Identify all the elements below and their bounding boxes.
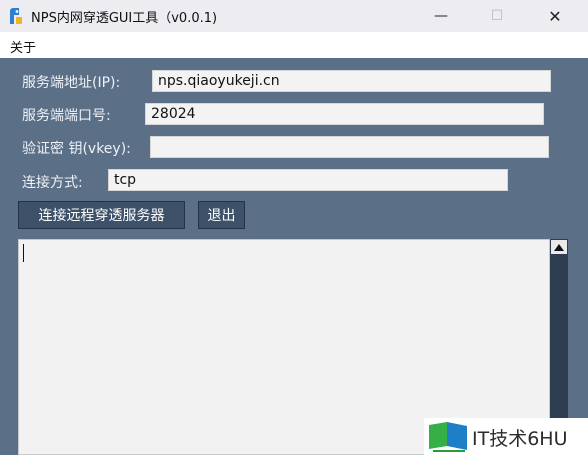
scroll-up-button[interactable]: [551, 240, 567, 254]
menu-bar: 关于: [0, 32, 588, 58]
watermark-text: IT技术6HU: [472, 428, 568, 450]
menu-item-about[interactable]: 关于: [10, 37, 36, 56]
connect-mode-input[interactable]: tcp: [108, 169, 508, 191]
vkey-label: 验证密 钥(vkey):: [22, 141, 131, 157]
server-ip-input[interactable]: nps.qiaoyukeji.cn: [152, 70, 551, 92]
server-port-input[interactable]: 28024: [145, 103, 544, 125]
minimize-icon: —: [434, 8, 448, 24]
app-logo-icon: [8, 7, 24, 25]
maximize-icon: ☐: [490, 8, 504, 24]
minimize-button[interactable]: —: [418, 0, 464, 32]
close-button[interactable]: ✕: [532, 0, 578, 32]
connect-button[interactable]: 连接远程穿透服务器: [18, 201, 185, 229]
maximize-button[interactable]: ☐: [474, 0, 520, 32]
exit-button[interactable]: 退出: [198, 201, 245, 229]
watermark: IT技术6HU: [424, 418, 588, 455]
triangle-up-icon: [554, 243, 564, 251]
server-ip-label: 服务端地址(IP):: [22, 75, 121, 91]
text-caret: [23, 244, 24, 262]
app-window: NPS内网穿透GUI工具（v0.0.1) — ☐ ✕ 关于 服务端地址(IP):…: [0, 0, 588, 455]
green-flag-icon: [429, 422, 467, 452]
server-port-label: 服务端端口号:: [22, 108, 111, 124]
window-title: NPS内网穿透GUI工具（v0.0.1): [31, 11, 218, 26]
close-icon: ✕: [548, 6, 562, 26]
title-bar[interactable]: NPS内网穿透GUI工具（v0.0.1) — ☐ ✕: [0, 0, 588, 32]
connect-mode-label: 连接方式:: [22, 175, 83, 191]
vkey-input[interactable]: [150, 136, 549, 158]
